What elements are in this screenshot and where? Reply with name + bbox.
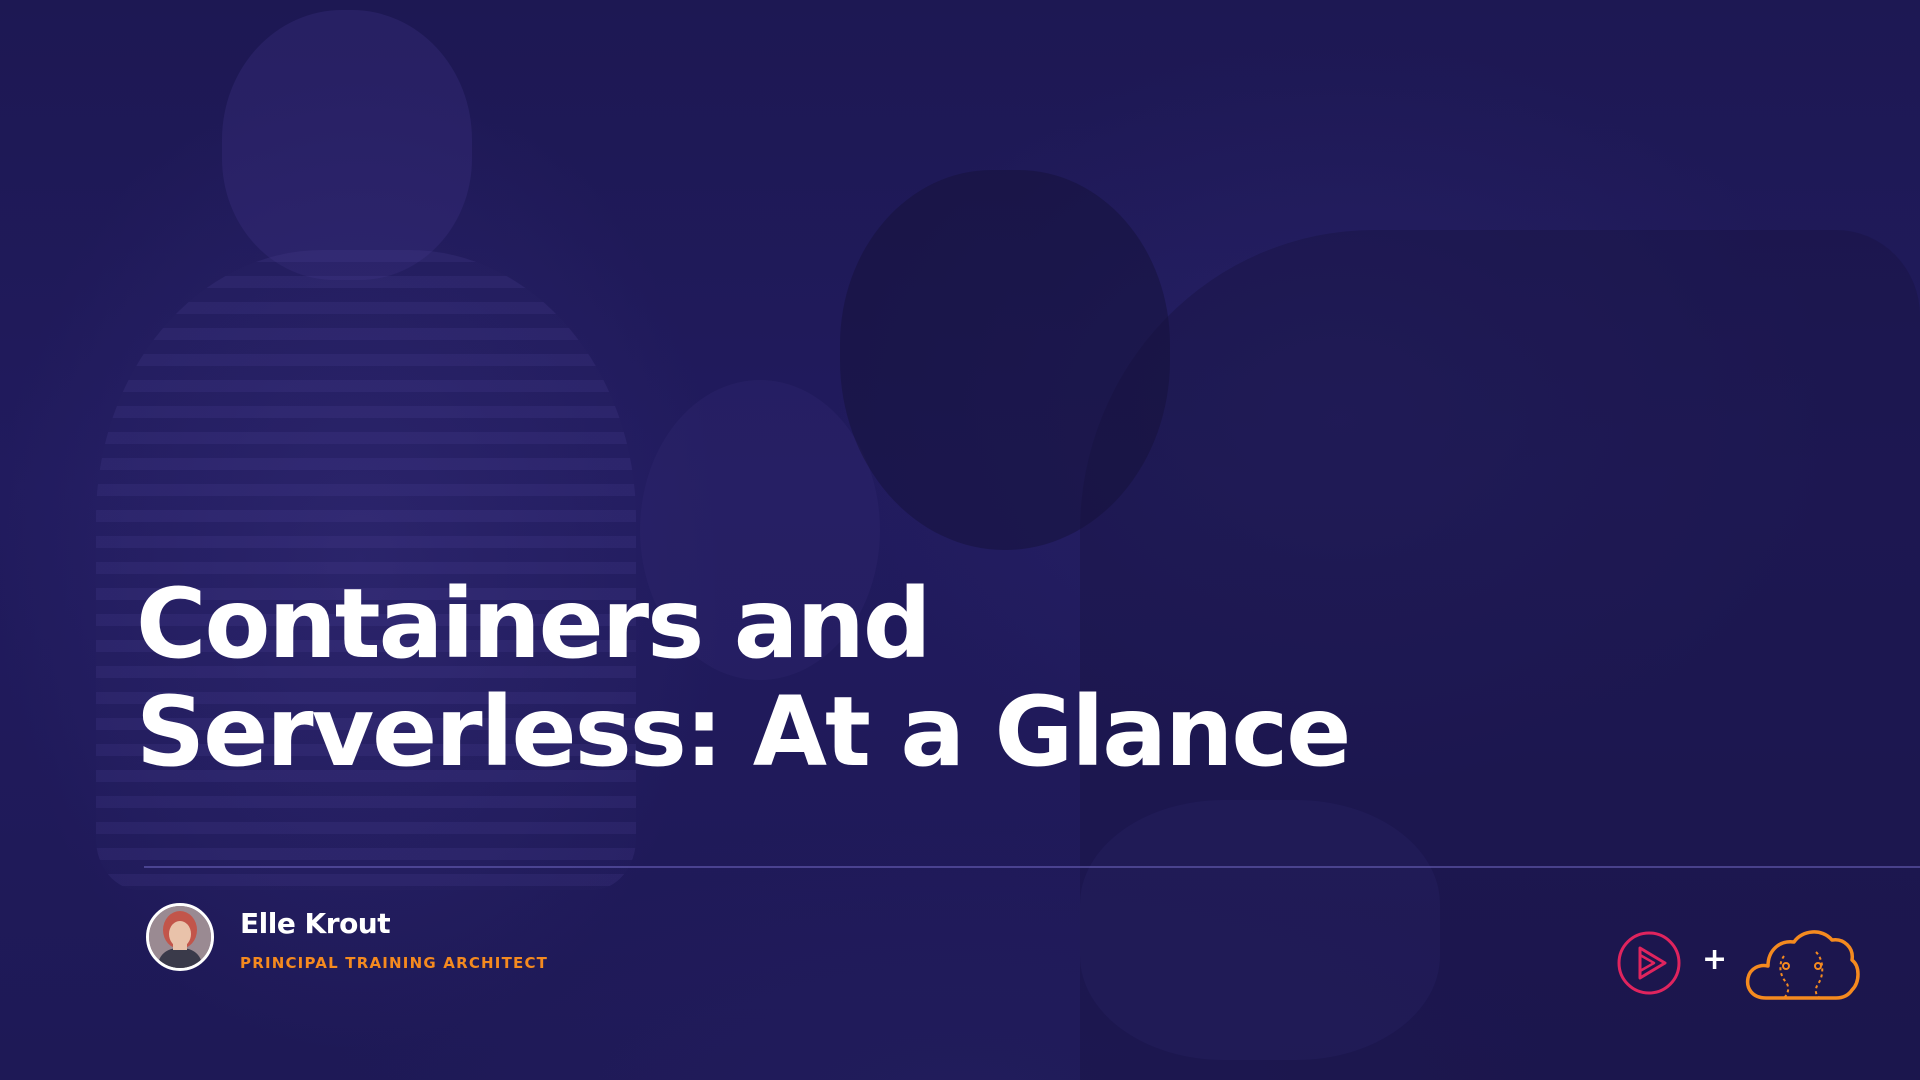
title-slide: Containers and Serverless: At a Glance E… bbox=[0, 0, 1920, 1080]
divider bbox=[144, 866, 1920, 868]
slide-title-line-2: Serverless: At a Glance bbox=[136, 676, 1351, 788]
pluralsight-play-icon bbox=[1617, 931, 1681, 995]
background-photo-person bbox=[222, 10, 472, 280]
slide-title-line-1: Containers and bbox=[136, 568, 932, 680]
background-photo-detail bbox=[1080, 800, 1440, 1060]
author-name: Elle Krout bbox=[240, 907, 391, 940]
avatar bbox=[146, 903, 214, 971]
background-photo-person bbox=[840, 170, 1170, 550]
acloudguru-cloud-icon bbox=[1745, 930, 1860, 1000]
author-role: PRINCIPAL TRAINING ARCHITECT bbox=[240, 954, 549, 972]
slide-title: Containers and Serverless: At a Glance bbox=[136, 568, 1351, 788]
avatar-portrait-icon bbox=[149, 906, 211, 968]
plus-sign: + bbox=[1702, 942, 1728, 977]
